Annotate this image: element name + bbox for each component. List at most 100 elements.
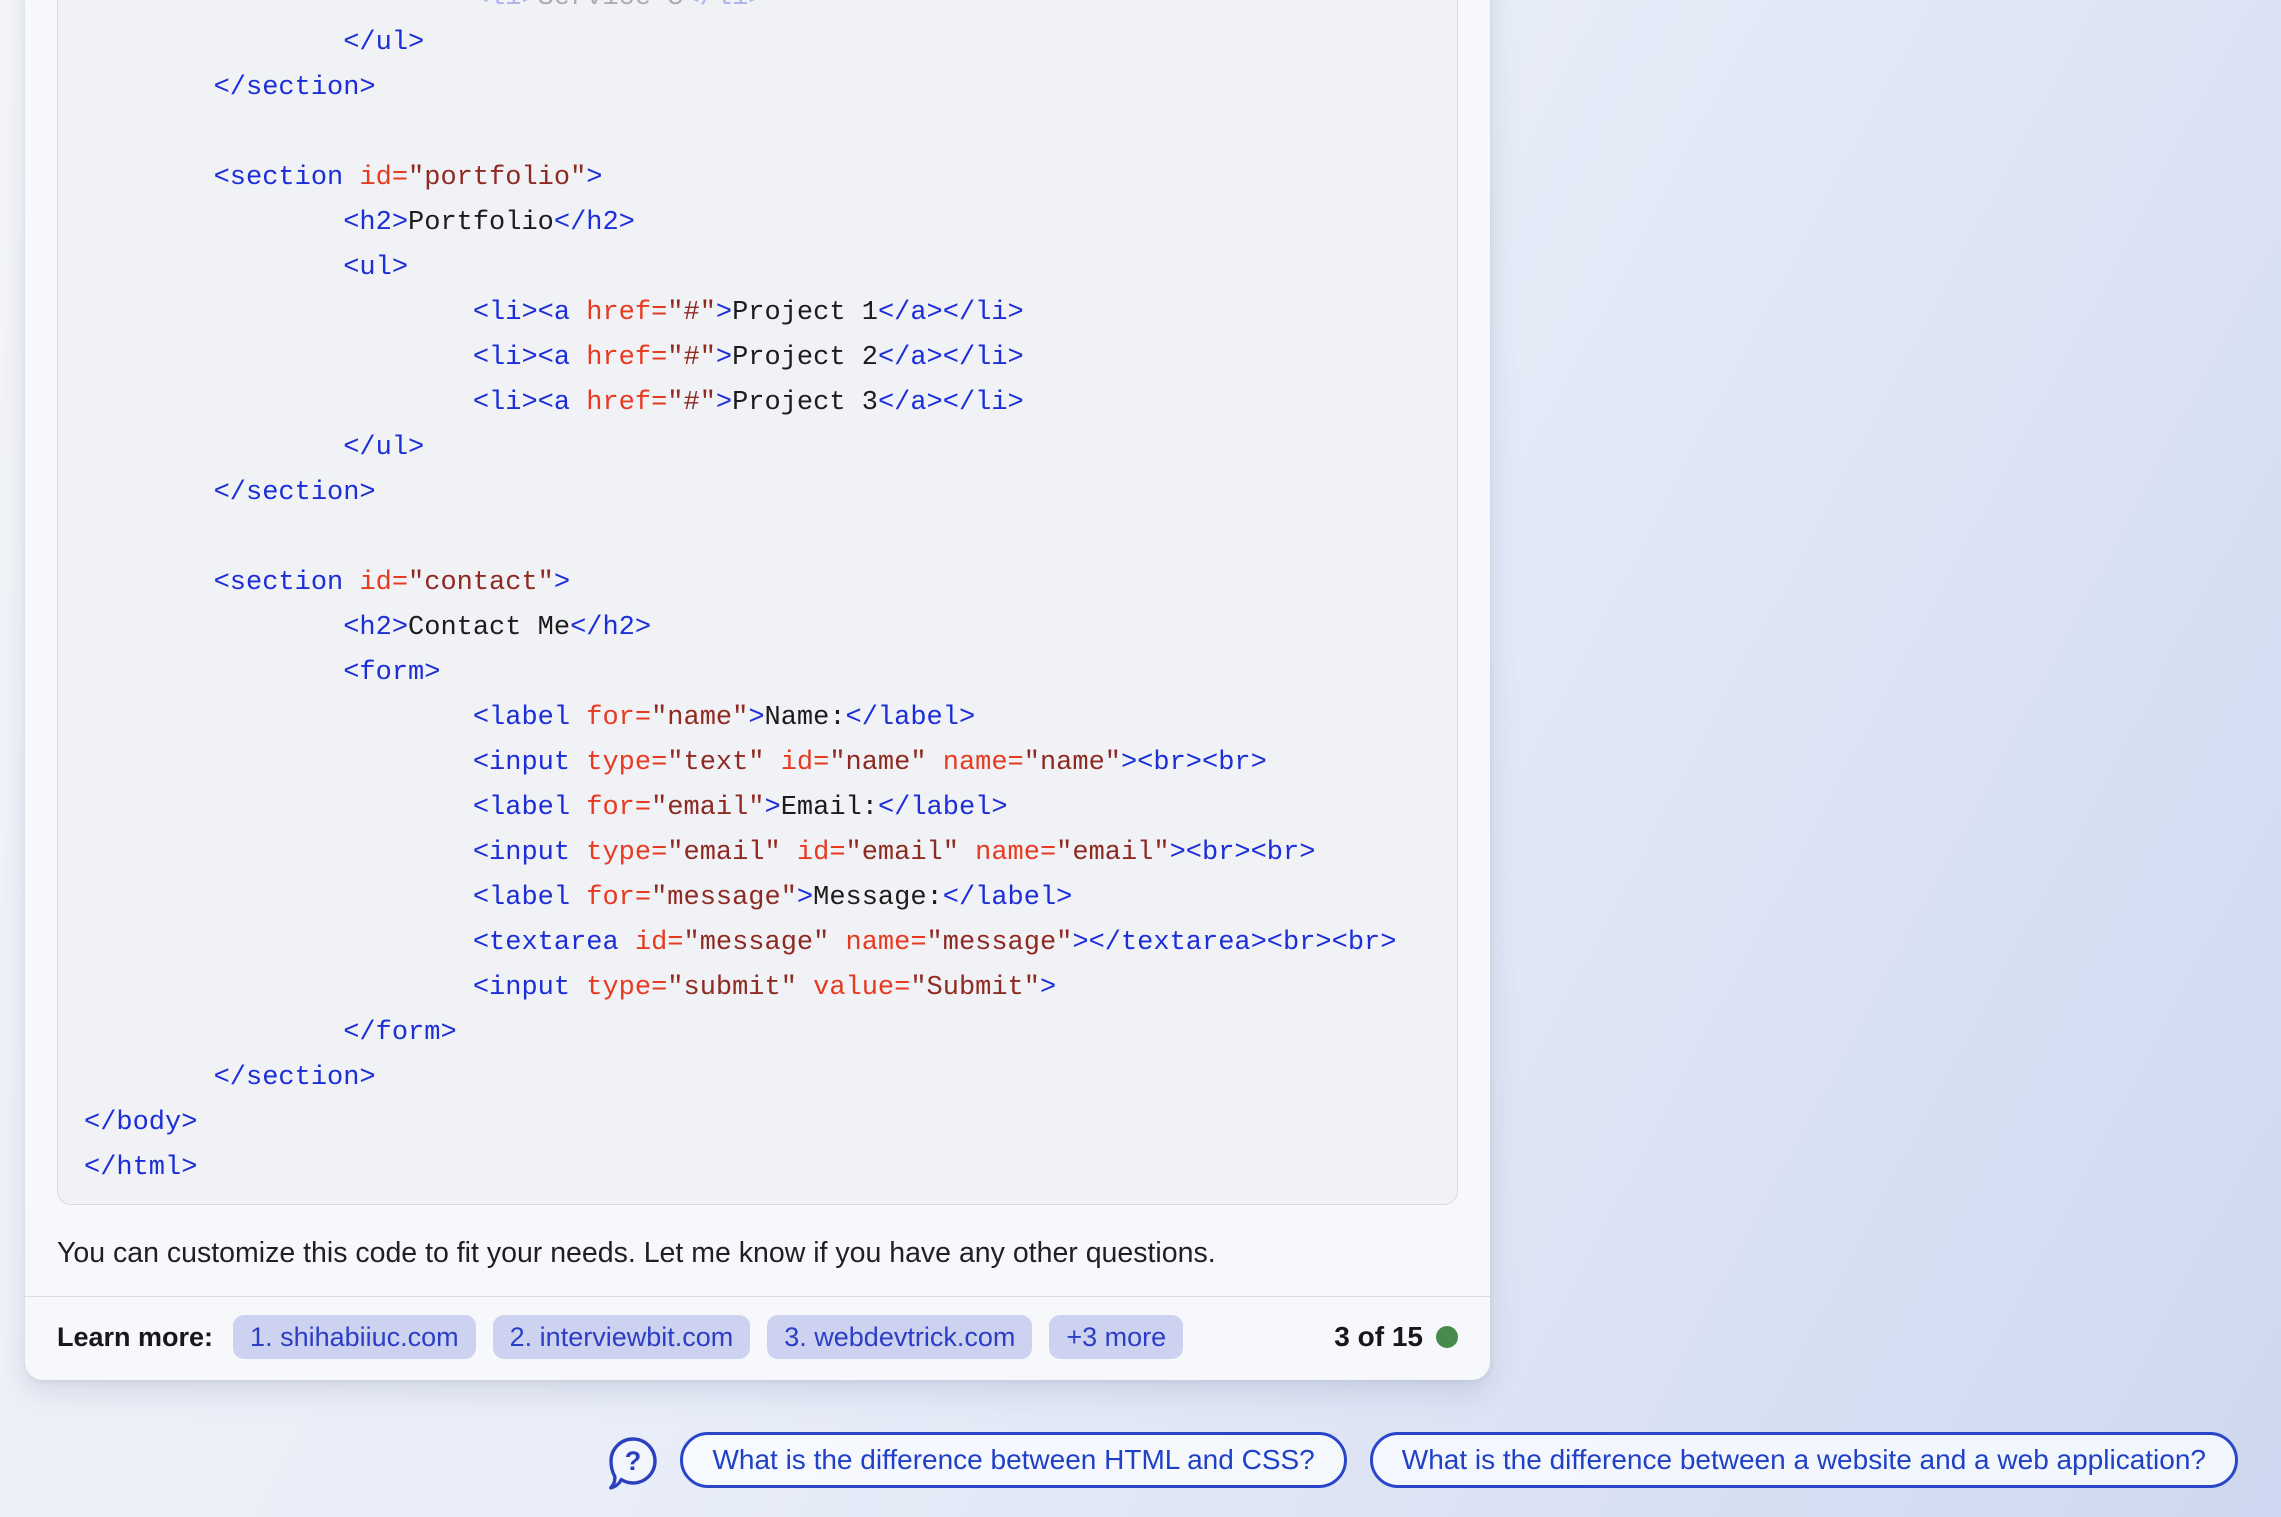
code-token: Message: xyxy=(813,883,943,913)
code-token: <h2> xyxy=(343,208,408,238)
message-footer: Learn more: 1. shihabiiuc.com 2. intervie… xyxy=(25,1297,1490,1377)
code-token: </form> xyxy=(343,1018,456,1048)
code-token: "text" xyxy=(667,748,780,778)
code-token: > xyxy=(716,298,732,328)
code-token: for= xyxy=(586,703,651,733)
suggested-question-buttons: What is the difference between HTML and … xyxy=(680,1432,2238,1488)
citation-chip[interactable]: 2. interviewbit.com xyxy=(493,1315,751,1359)
code-token: <li><a xyxy=(473,388,586,418)
code-token: <li> xyxy=(473,0,538,13)
code-token: <label xyxy=(473,883,586,913)
suggested-question-button[interactable]: What is the difference between HTML and … xyxy=(680,1432,1346,1488)
code-line: <label for="email">Email:</label> xyxy=(84,786,1431,831)
code-token: </section> xyxy=(214,478,376,508)
code-token: "email" xyxy=(651,793,764,823)
code-line: <label for="message">Message:</label> xyxy=(84,876,1431,921)
citation-chip-list: 1. shihabiiuc.com 2. interviewbit.com 3. w… xyxy=(233,1315,1183,1359)
code-token: > xyxy=(797,883,813,913)
code-token: > xyxy=(748,703,764,733)
code-token: ><br><br> xyxy=(1170,838,1316,868)
code-token: href= xyxy=(586,298,667,328)
code-token: <li><a xyxy=(473,298,586,328)
code-line: <section id="contact"> xyxy=(84,561,1431,606)
citation-chip[interactable]: 3. webdevtrick.com xyxy=(767,1315,1032,1359)
code-block: <li>Service 3</li> </ul> </section> <sectio… xyxy=(57,0,1458,1205)
code-line: </section> xyxy=(84,1056,1431,1101)
code-token: <input xyxy=(473,748,586,778)
code-token: </ul> xyxy=(343,433,424,463)
code-token: "message" xyxy=(651,883,797,913)
code-token: </a></li> xyxy=(878,343,1024,373)
code-token: <h2> xyxy=(343,613,408,643)
code-token: id= xyxy=(635,928,684,958)
code-token: type= xyxy=(586,973,667,1003)
code-token: Project 3 xyxy=(732,388,878,418)
code-token: <ul> xyxy=(343,253,408,283)
message-text: You can customize this code to fit your … xyxy=(57,1237,1458,1270)
status-dot xyxy=(1436,1326,1458,1348)
svg-text:?: ? xyxy=(625,1446,642,1476)
assistant-message-card: <li>Service 3</li> </ul> </section> <sectio… xyxy=(25,0,1490,1380)
code-token: </section> xyxy=(214,73,376,103)
code-token: > xyxy=(1040,973,1056,1003)
code-token: "name" xyxy=(651,703,748,733)
code-line xyxy=(84,516,1431,561)
suggested-question-button[interactable]: What is the difference between a website… xyxy=(1370,1432,2238,1488)
code-token: "email" xyxy=(1056,838,1169,868)
code-token: <form> xyxy=(343,658,440,688)
code-line: <h2>Contact Me</h2> xyxy=(84,606,1431,651)
code-token: </ul> xyxy=(343,28,424,58)
code-token: <label xyxy=(473,793,586,823)
code-token: > xyxy=(554,568,570,598)
code-line: </form> xyxy=(84,1011,1431,1056)
code-token: "message" xyxy=(684,928,846,958)
code-line: <li><a href="#">Project 2</a></li> xyxy=(84,336,1431,381)
code-token: Contact Me xyxy=(408,613,570,643)
code-line: <input type="submit" value="Submit"> xyxy=(84,966,1431,1011)
code-token: "#" xyxy=(667,343,716,373)
code-line: <form> xyxy=(84,651,1431,696)
code-token: </li> xyxy=(684,0,765,13)
code-token: > xyxy=(765,793,781,823)
code-token: Service 3 xyxy=(538,0,684,13)
code-line: <ul> xyxy=(84,246,1431,291)
code-token: "name" xyxy=(829,748,942,778)
code-line: <li><a href="#">Project 1</a></li> xyxy=(84,291,1431,336)
code-token: "email" xyxy=(846,838,976,868)
learn-more-label: Learn more: xyxy=(57,1322,213,1353)
code-token: "Submit" xyxy=(910,973,1040,1003)
code-line: </ul> xyxy=(84,426,1431,471)
page-indicator: 3 of 15 xyxy=(1334,1321,1458,1353)
code-token: </label> xyxy=(846,703,976,733)
code-token: <section xyxy=(214,163,360,193)
code-token: href= xyxy=(586,343,667,373)
citation-chip[interactable]: +3 more xyxy=(1049,1315,1183,1359)
code-token: "contact" xyxy=(408,568,554,598)
code-line: </section> xyxy=(84,66,1431,111)
code-token: name= xyxy=(846,928,927,958)
code-token: <input xyxy=(473,973,586,1003)
code-token: "submit" xyxy=(667,973,813,1003)
suggested-questions-row: ? What is the difference between HTML an… xyxy=(0,1432,2281,1499)
code-token: Portfolio xyxy=(408,208,554,238)
code-token: </h2> xyxy=(570,613,651,643)
code-token: href= xyxy=(586,388,667,418)
code-token: <input xyxy=(473,838,586,868)
code-line: </body> xyxy=(84,1101,1431,1146)
code-line: </ul> xyxy=(84,21,1431,66)
code-token: > xyxy=(716,343,732,373)
code-token: </a></li> xyxy=(878,388,1024,418)
code-token: </section> xyxy=(214,1063,376,1093)
code-token: for= xyxy=(586,883,651,913)
code-line: <textarea id="message" name="message"></… xyxy=(84,921,1431,966)
code-token: value= xyxy=(813,973,910,1003)
code-token: <li><a xyxy=(473,343,586,373)
code-token: "#" xyxy=(667,298,716,328)
code-token: </body> xyxy=(84,1108,197,1138)
code-token: id= xyxy=(359,568,408,598)
code-line: <section id="portfolio"> xyxy=(84,156,1431,201)
citation-chip[interactable]: 1. shihabiiuc.com xyxy=(233,1315,476,1359)
code-token: type= xyxy=(586,838,667,868)
code-token: ><br><br> xyxy=(1121,748,1267,778)
code-token: "email" xyxy=(667,838,797,868)
